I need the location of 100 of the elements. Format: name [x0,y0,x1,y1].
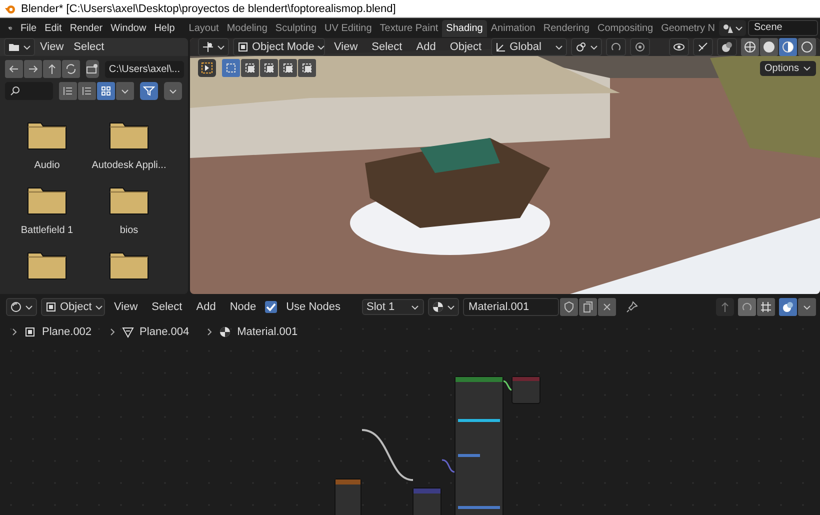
shading-mode-button[interactable] [760,38,778,56]
display-mode-button[interactable] [97,82,115,100]
back-button[interactable] [5,60,23,78]
selection-mode-button[interactable] [298,59,316,77]
menu-item[interactable]: Select [366,41,408,53]
menu-item[interactable]: Node [224,301,262,313]
display-mode-button[interactable] [78,82,96,100]
shading-mode-button[interactable] [741,38,759,56]
path-field[interactable]: C:\Users\axel\... [104,60,184,78]
selection-mode-button[interactable] [279,59,297,77]
selection-mode-button[interactable] [260,59,278,77]
workspace-tab[interactable]: Shading [442,20,487,36]
menu-item[interactable]: View [109,301,143,313]
menu-item[interactable]: Object [444,41,487,53]
vector-node[interactable] [412,488,442,515]
parent-directory-button[interactable] [43,60,61,78]
workspace-tab[interactable]: Animation [486,20,540,36]
snap-button[interactable] [606,38,626,56]
gizmo-button[interactable] [693,38,713,56]
folder-name[interactable]: bios [120,225,138,236]
workspace-tab[interactable]: Layout [184,20,223,36]
shading-mode-button[interactable] [779,38,797,56]
chevron-down-icon [317,43,326,51]
menu-item[interactable]: Render [66,22,107,34]
editor-type-button[interactable] [4,38,35,56]
unlink-button[interactable] [598,298,616,316]
folder-name[interactable]: Audio [34,160,60,171]
gizmo-icon [697,41,709,53]
pivot-dropdown[interactable] [570,38,602,56]
workspace-tab[interactable]: Sculpting [271,20,321,36]
fake-user-button[interactable] [560,298,578,316]
workspace-tab[interactable]: UV Editing [320,20,376,36]
editor-type-button[interactable] [6,298,37,316]
refresh-button[interactable] [62,60,80,78]
duplicate-button[interactable] [578,298,597,316]
menu-item[interactable]: Help [150,22,179,34]
menu-item[interactable]: Select [146,301,188,313]
node-link [442,459,456,473]
chevron-down-icon [23,43,31,51]
folder-icon[interactable] [109,250,149,280]
mode-dropdown[interactable]: Object Mode [233,38,325,56]
menu-item[interactable]: Add [191,301,221,313]
workspace-tab[interactable]: Rendering [539,20,594,36]
workspace-tab[interactable]: Geometry N [657,20,719,36]
scene-name-field[interactable]: Scene [748,20,818,36]
folder-name[interactable]: Autodesk Appli... [92,160,166,171]
selection-mode-button[interactable] [241,59,259,77]
display-options-dropdown[interactable] [116,82,134,100]
filter-options-dropdown[interactable] [164,82,182,100]
snap-grid-dropdown[interactable] [757,298,775,316]
image-texture-node[interactable] [334,478,362,515]
folder-icon[interactable] [109,185,149,215]
options-dropdown[interactable]: Options [760,60,816,76]
folder-icon[interactable] [27,120,67,150]
shader-type-dropdown[interactable]: Object [41,298,105,316]
select-tool-button[interactable] [198,59,216,77]
scene-selector-button[interactable] [719,20,746,36]
menu-item[interactable]: File [16,22,41,34]
material-name-field[interactable]: Material.001 [462,298,559,316]
overlay-button[interactable] [717,38,737,56]
breadcrumb-item[interactable]: Material.001 [237,326,298,338]
display-mode-button[interactable] [59,82,77,100]
workspace-tab[interactable]: Modeling [222,20,272,36]
overlay-options-dropdown[interactable] [798,298,816,316]
menu-item[interactable]: Select [68,41,110,53]
use-nodes-checkbox[interactable] [265,301,278,313]
shading-mode-button[interactable] [798,38,816,56]
workspace-tab[interactable]: Texture Paint [376,20,442,36]
new-folder-button[interactable] [86,60,99,78]
proportional-edit-button[interactable] [630,38,650,56]
editor-type-button[interactable] [198,38,229,56]
folder-icon[interactable] [109,120,149,150]
visibility-dropdown[interactable] [669,38,689,56]
material-browse-button[interactable] [428,298,459,316]
menu-item[interactable]: View [329,41,363,53]
principled-shader-node[interactable] [454,376,504,515]
folder-icon[interactable] [27,185,67,215]
folder-name[interactable]: Battlefield 1 [20,225,74,236]
pin-icon[interactable] [626,301,638,313]
menu-item[interactable]: Add [411,41,441,53]
copy-icon [582,301,594,313]
parent-node-tree-button[interactable] [716,298,734,316]
menu-item[interactable]: View [35,41,69,53]
selection-mode-button[interactable] [222,59,240,77]
slot-dropdown[interactable]: Slot 1 [362,299,424,315]
breadcrumb-item[interactable]: Plane.002 [42,326,92,338]
menu-item[interactable]: Window [106,22,150,34]
folder-icon[interactable] [27,250,67,280]
filter-button[interactable] [140,82,158,100]
search-field[interactable] [5,82,53,100]
overlay-button[interactable] [779,298,797,316]
breadcrumb-item[interactable]: Plane.004 [140,326,190,338]
forward-button[interactable] [24,60,42,78]
workspace-tab[interactable]: Compositing [594,20,658,36]
chevron-right-icon [10,328,18,336]
orientation-dropdown[interactable]: Global [490,38,567,56]
selection-box-icon [244,62,256,74]
material-output-node[interactable] [512,376,540,404]
menu-item[interactable]: Edit [40,22,66,34]
snap-button[interactable] [738,298,756,316]
